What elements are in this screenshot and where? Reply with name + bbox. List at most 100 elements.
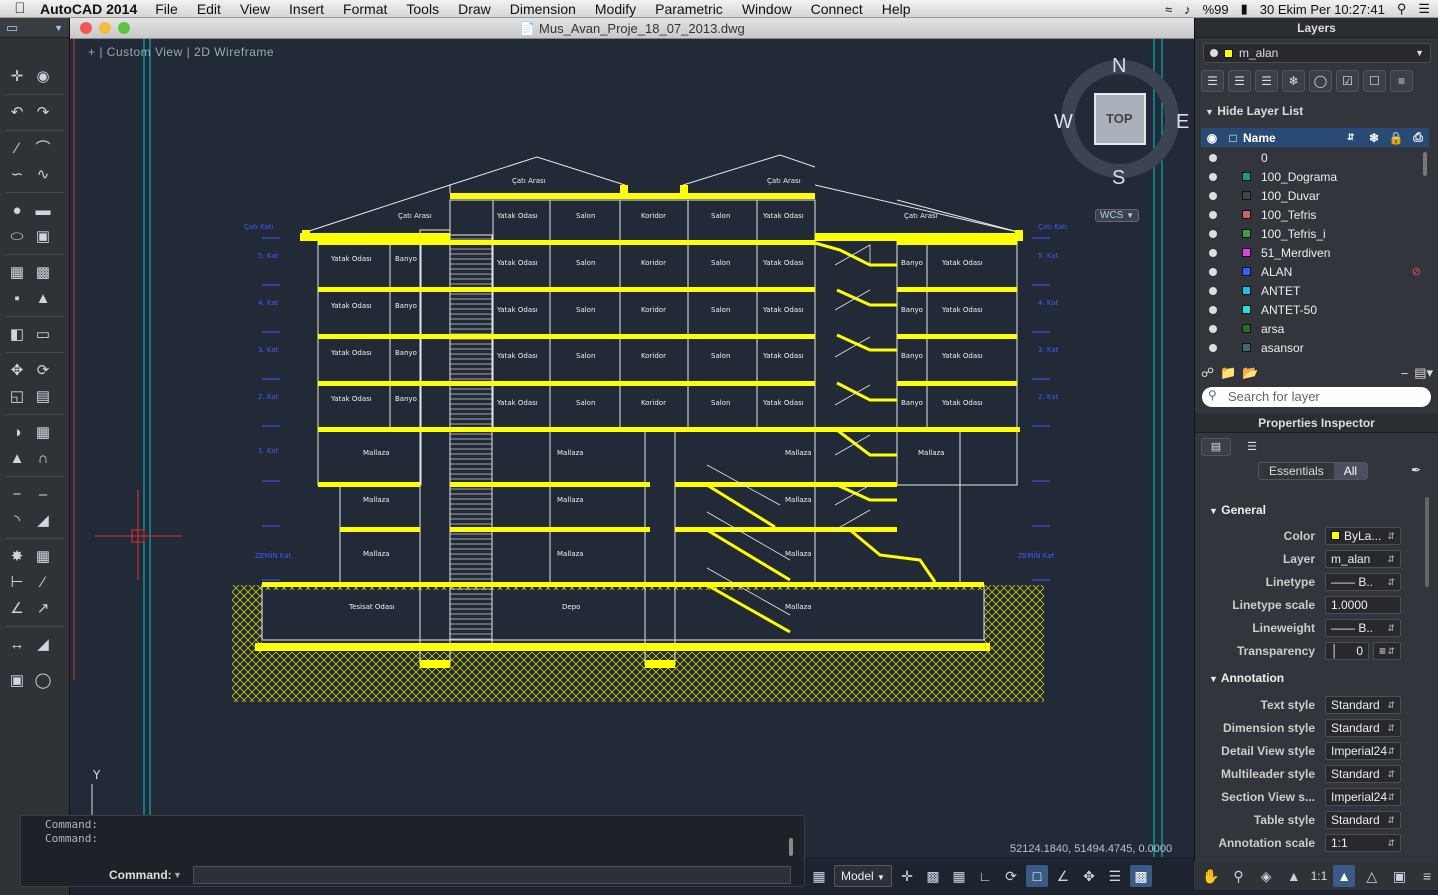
dimension-angular-icon[interactable]: ∠: [6, 598, 28, 620]
layer-color-swatch[interactable]: [1242, 153, 1251, 162]
explode-icon[interactable]: ✸: [6, 546, 28, 568]
menu-file[interactable]: File: [155, 1, 178, 17]
layer-color-swatch[interactable]: [1242, 248, 1251, 257]
eraser-icon[interactable]: ▭: [32, 324, 54, 346]
plot-column-icon[interactable]: ⎙: [1407, 130, 1429, 145]
layer-search-input[interactable]: Search for layer: [1202, 387, 1431, 407]
tab-essentials[interactable]: Essentials: [1259, 463, 1334, 479]
layer-unlock-icon[interactable]: ☐: [1363, 70, 1386, 92]
menu-insert[interactable]: Insert: [289, 1, 324, 17]
spotlight-icon[interactable]: ⚲: [1397, 1, 1407, 17]
chamfer-icon[interactable]: ◢: [32, 510, 54, 532]
visibility-icon[interactable]: [1209, 172, 1217, 181]
menu-help[interactable]: Help: [882, 1, 911, 17]
menu-view[interactable]: View: [240, 1, 270, 17]
layer-state-icon[interactable]: ☰: [1201, 70, 1224, 92]
annotation-scale-icon[interactable]: ▲: [1283, 865, 1305, 887]
snap-icon[interactable]: ✛: [896, 865, 918, 887]
dynamic-ucs-icon[interactable]: ✥: [1078, 865, 1100, 887]
drawing-canvas[interactable]: Çatı Katı 5. Kat 4. Kat 3. Kat 2. Kat 1.…: [70, 39, 1194, 857]
layer-color-swatch[interactable]: [1242, 286, 1251, 295]
dimension-aligned-icon[interactable]: ∕: [32, 572, 54, 594]
sort-icon[interactable]: ⇵: [1347, 132, 1363, 143]
pan-icon[interactable]: ✋: [1200, 865, 1222, 887]
transparency-field[interactable]: │ 0: [1325, 642, 1369, 660]
new-group-icon[interactable]: 📁: [1220, 365, 1236, 381]
block-icon[interactable]: ▦: [6, 262, 28, 284]
insert-block-icon[interactable]: ▩: [32, 262, 54, 284]
color-dropdown[interactable]: ByLa... ⇵: [1325, 527, 1401, 545]
layer-row[interactable]: 100_Tefris: [1201, 205, 1421, 224]
history-scrollbar[interactable]: [789, 838, 793, 856]
menu-parametric[interactable]: Parametric: [655, 1, 723, 17]
chevron-down-icon[interactable]: ▼: [54, 23, 63, 33]
table-style-dropdown[interactable]: Standard ⇵: [1325, 811, 1401, 829]
leader-icon[interactable]: ↗: [32, 598, 54, 620]
visibility-icon[interactable]: [1209, 267, 1217, 276]
gradient-icon[interactable]: ▲: [32, 288, 54, 310]
tab-all[interactable]: All: [1333, 463, 1368, 479]
eye-icon[interactable]: ◉: [1201, 131, 1223, 145]
object-snap-icon[interactable]: □: [1025, 865, 1048, 887]
delete-layer-icon[interactable]: −: [1401, 366, 1409, 381]
zoom-window-button[interactable]: [118, 22, 130, 34]
auto-scale-icon[interactable]: △: [1361, 865, 1383, 887]
command-input[interactable]: [193, 866, 791, 884]
pick-icon[interactable]: ✒: [1411, 463, 1421, 477]
rotate-icon[interactable]: ⟳: [32, 360, 54, 382]
compass-north[interactable]: N: [1112, 55, 1126, 78]
menu-draw[interactable]: Draw: [458, 1, 491, 17]
transparency-dropdown[interactable]: ≡ ⇵: [1373, 642, 1401, 660]
layer-color-swatch[interactable]: [1242, 343, 1251, 352]
layer-row[interactable]: ALAN ⊘: [1201, 262, 1421, 281]
tool-palette-header[interactable]: ▭ ▼: [0, 18, 69, 38]
detail-view-style-dropdown[interactable]: Imperial24 ⇵: [1325, 742, 1401, 760]
visibility-icon[interactable]: [1209, 229, 1217, 238]
undo-icon[interactable]: ↶: [6, 102, 28, 124]
zoom-icon[interactable]: ⚲: [1228, 865, 1250, 887]
clock-label[interactable]: 30 Ekim Per 10:27:41: [1260, 2, 1385, 17]
fillet-icon[interactable]: ◝: [6, 510, 28, 532]
compass-south[interactable]: S: [1112, 167, 1125, 190]
layer-row[interactable]: ANTET-50: [1201, 300, 1421, 319]
close-window-button[interactable]: [80, 22, 92, 34]
mirror-icon[interactable]: ▲: [6, 448, 28, 470]
layer-freeze-icon[interactable]: ❄: [1282, 70, 1305, 92]
region-icon[interactable]: ▣: [32, 226, 54, 248]
apple-menu-icon[interactable]: : [0, 0, 40, 17]
extend-icon[interactable]: –: [32, 484, 54, 506]
visibility-icon[interactable]: [1209, 305, 1217, 314]
app-name-menu[interactable]: AutoCAD 2014: [40, 1, 137, 17]
move-icon[interactable]: ✥: [6, 360, 28, 382]
polyline-icon[interactable]: ∽: [6, 164, 28, 186]
text-style-dropdown[interactable]: Standard ⇵: [1325, 696, 1401, 714]
array-icon[interactable]: ▦: [32, 422, 54, 444]
select-icon[interactable]: ✛: [6, 66, 28, 88]
notification-list-icon[interactable]: ☰: [1418, 1, 1430, 17]
object-properties-tab-icon[interactable]: ▤: [1201, 438, 1231, 456]
layer-color-swatch[interactable]: [1242, 191, 1251, 200]
customize-icon[interactable]: ≡: [1416, 865, 1438, 887]
menu-dimension[interactable]: Dimension: [510, 1, 576, 17]
compass-west[interactable]: W: [1054, 111, 1073, 134]
menu-connect[interactable]: Connect: [811, 1, 863, 17]
section-view-style-dropdown[interactable]: Imperial24 ⇵: [1325, 788, 1401, 806]
multileader-style-dropdown[interactable]: Standard ⇵: [1325, 765, 1401, 783]
name-column-header[interactable]: Name: [1243, 131, 1347, 145]
no-plot-icon[interactable]: ⊘: [1412, 265, 1421, 278]
layer-color-swatch[interactable]: [1242, 267, 1251, 276]
lineweight-icon[interactable]: ☰: [1104, 865, 1126, 887]
current-layer-dropdown[interactable]: m_alan ▼: [1203, 43, 1431, 63]
visibility-icon[interactable]: [1209, 324, 1217, 333]
line-icon[interactable]: ∕: [6, 138, 28, 160]
layer-row[interactable]: 100_Dograma: [1201, 167, 1421, 186]
general-section-header[interactable]: ▼ General: [1209, 503, 1266, 517]
new-filter-group-icon[interactable]: 📂: [1242, 365, 1258, 381]
linetype-dropdown[interactable]: —— B.. ⇵: [1325, 573, 1401, 591]
layout-grid-icon[interactable]: ▦: [808, 865, 830, 887]
spline-icon[interactable]: ∿: [32, 164, 54, 186]
annotation-scale-value[interactable]: 1:1: [1311, 869, 1328, 883]
layer-lock-icon[interactable]: ☑: [1336, 70, 1359, 92]
lineweight-dropdown[interactable]: —— B.. ⇵: [1325, 619, 1401, 637]
visibility-icon[interactable]: [1209, 248, 1217, 257]
